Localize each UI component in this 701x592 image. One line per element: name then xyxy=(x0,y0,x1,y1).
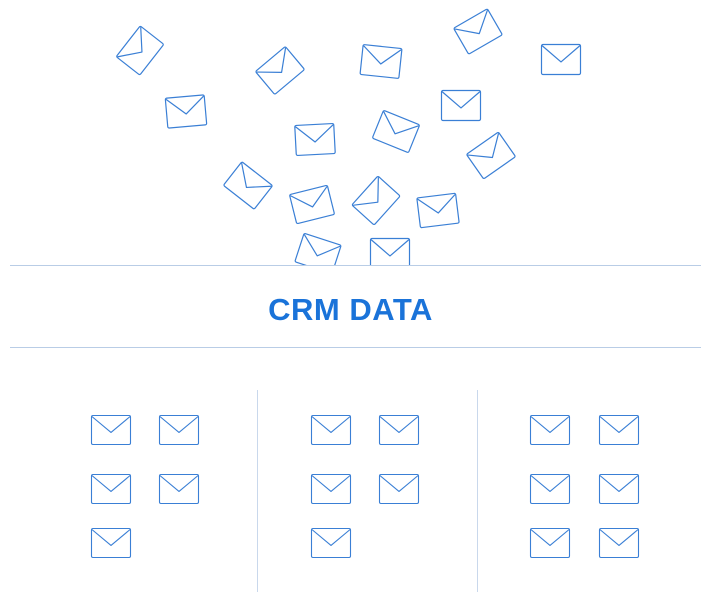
envelope-icon xyxy=(598,414,640,446)
envelope-icon xyxy=(158,473,200,505)
diagram: CRM DATA xyxy=(0,0,701,592)
envelope-icon xyxy=(289,184,335,224)
envelope-icon xyxy=(598,473,640,505)
envelope-icon xyxy=(223,160,274,209)
envelope-icon xyxy=(440,89,482,121)
envelope-icon xyxy=(529,473,571,505)
envelope-icon xyxy=(90,527,132,559)
column-divider-1 xyxy=(257,390,258,592)
envelope-icon xyxy=(466,131,517,179)
envelope-icon xyxy=(359,43,403,79)
envelope-icon xyxy=(540,43,582,75)
envelope-icon xyxy=(453,8,503,55)
band-top-divider xyxy=(10,265,701,266)
envelope-icon xyxy=(294,122,336,156)
envelope-icon xyxy=(255,45,306,95)
column-divider-2 xyxy=(477,390,478,592)
envelope-icon xyxy=(294,232,342,266)
band-bottom-divider xyxy=(10,347,701,348)
envelope-icon xyxy=(90,414,132,446)
envelope-icon xyxy=(598,527,640,559)
envelope-icon xyxy=(369,237,411,266)
envelope-icon xyxy=(164,93,208,129)
envelope-icon xyxy=(378,414,420,446)
envelope-icon xyxy=(529,527,571,559)
envelope-icon xyxy=(372,109,421,153)
envelope-icon xyxy=(310,527,352,559)
envelope-icon xyxy=(351,175,401,225)
envelope-icon xyxy=(158,414,200,446)
envelope-icon xyxy=(378,473,420,505)
scattered-envelopes xyxy=(0,0,701,266)
envelope-icon xyxy=(310,414,352,446)
envelope-icon xyxy=(90,473,132,505)
envelope-icon xyxy=(529,414,571,446)
envelope-icon xyxy=(310,473,352,505)
envelope-icon xyxy=(416,192,460,228)
crm-data-title: CRM DATA xyxy=(268,292,433,327)
envelope-icon xyxy=(115,25,164,76)
